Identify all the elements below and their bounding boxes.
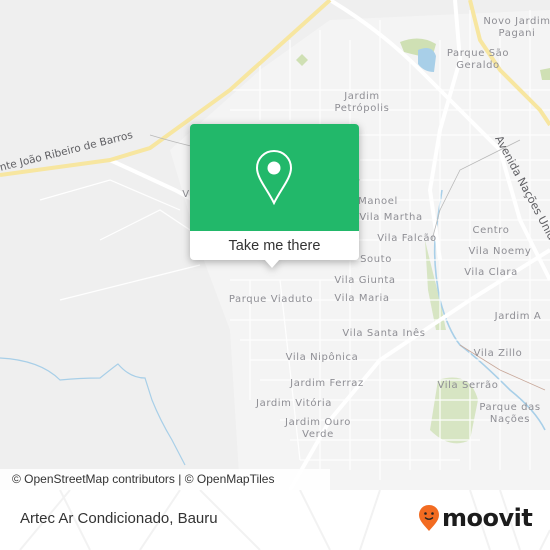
place-label-line: Vila Nipônica [285,352,359,363]
place-label: Parque Viaduto [229,294,313,306]
moovit-logo[interactable]: moovit [418,504,533,532]
place-label: Jardim Vitória [256,398,332,410]
place-label-line: Vila Falcão [377,233,437,244]
place-label: Souto [360,254,392,266]
place-label-line: Petrópolis [334,103,390,114]
take-me-there-button[interactable]: Take me there [190,231,359,260]
place-label-line: Vila Martha [359,212,423,223]
place-label-line: Vila Giunta [334,275,396,286]
place-label-line: Vila Noemy [468,246,532,257]
popup-header [190,124,359,231]
place-label: Vila Clara [464,267,518,279]
moovit-smiley-pin-icon [419,505,439,531]
place-label: Vila Falcão [377,233,437,245]
place-label: Vila Santa Inês [342,328,425,340]
place-label: Vila Serrão [438,380,499,392]
place-label-line: Novo Jardim [483,16,550,27]
place-label-line: Jardim Ouro [285,417,351,428]
place-label-line: V [182,189,190,200]
place-label: Jardim Ferraz [290,378,364,390]
place-label: V [182,189,189,201]
place-label: Vila Nipônica [286,352,359,364]
place-label: Parque São Geraldo [447,48,509,72]
place-label: Manoel [358,196,398,208]
place-label: Parque das Nações [479,402,540,426]
moovit-wordmark: moovit [442,504,533,532]
place-label-line: Parque das [479,402,541,413]
location-popup: Take me there [190,124,359,268]
place-label: Jardim Petrópolis [335,91,390,115]
place-label: Vila Zillo [474,348,523,360]
place-label-line: Souto [360,254,392,265]
place-label-line: Nações [489,414,531,425]
place-label-line: Parque São [446,48,510,59]
place-label: Vila Noemy [469,246,532,258]
place-label-line: Vila Serrão [437,380,499,391]
place-label: Jardim Ouro Verde [285,417,351,441]
place-label-line: Jardim Ferraz [290,378,364,389]
place-label: Vila Giunta [334,275,395,287]
place-label-line: Jardim A [494,311,542,322]
map-pin-icon [255,149,293,205]
place-label: Centro [472,225,509,237]
place-label-line: Verde [302,429,334,440]
place-label-line: Jardim [344,91,380,102]
footer-bar: Artec Ar Condicionado, Bauru moovit [0,490,550,550]
place-label-line: Geraldo [456,60,500,71]
place-title: Artec Ar Condicionado, Bauru [20,510,218,527]
place-label-line: Vila Maria [334,293,390,304]
place-label: Vila Maria [334,293,389,305]
place-label: Vila Martha [359,212,422,224]
place-label-line: Vila Zillo [473,348,523,359]
place-label-line: Parque Viaduto [228,294,314,305]
place-label-line: Centro [472,225,510,236]
place-label: Novo Jardim Pagani [483,16,550,40]
stream [0,357,186,466]
place-label: Jardim A [495,311,542,323]
place-label-line: Vila Clara [464,267,518,278]
map-canvas[interactable]: nte João Ribeiro de Barros Avenida Naçõe… [0,0,550,490]
map-attribution[interactable]: © OpenStreetMap contributors | © OpenMap… [0,469,330,490]
popup-pointer [264,259,280,268]
place-label-line: Manoel [358,196,398,207]
place-label-line: Pagani [498,28,536,39]
place-label-line: Jardim Vitória [256,398,332,409]
place-label-line: Vila Santa Inês [342,328,426,339]
